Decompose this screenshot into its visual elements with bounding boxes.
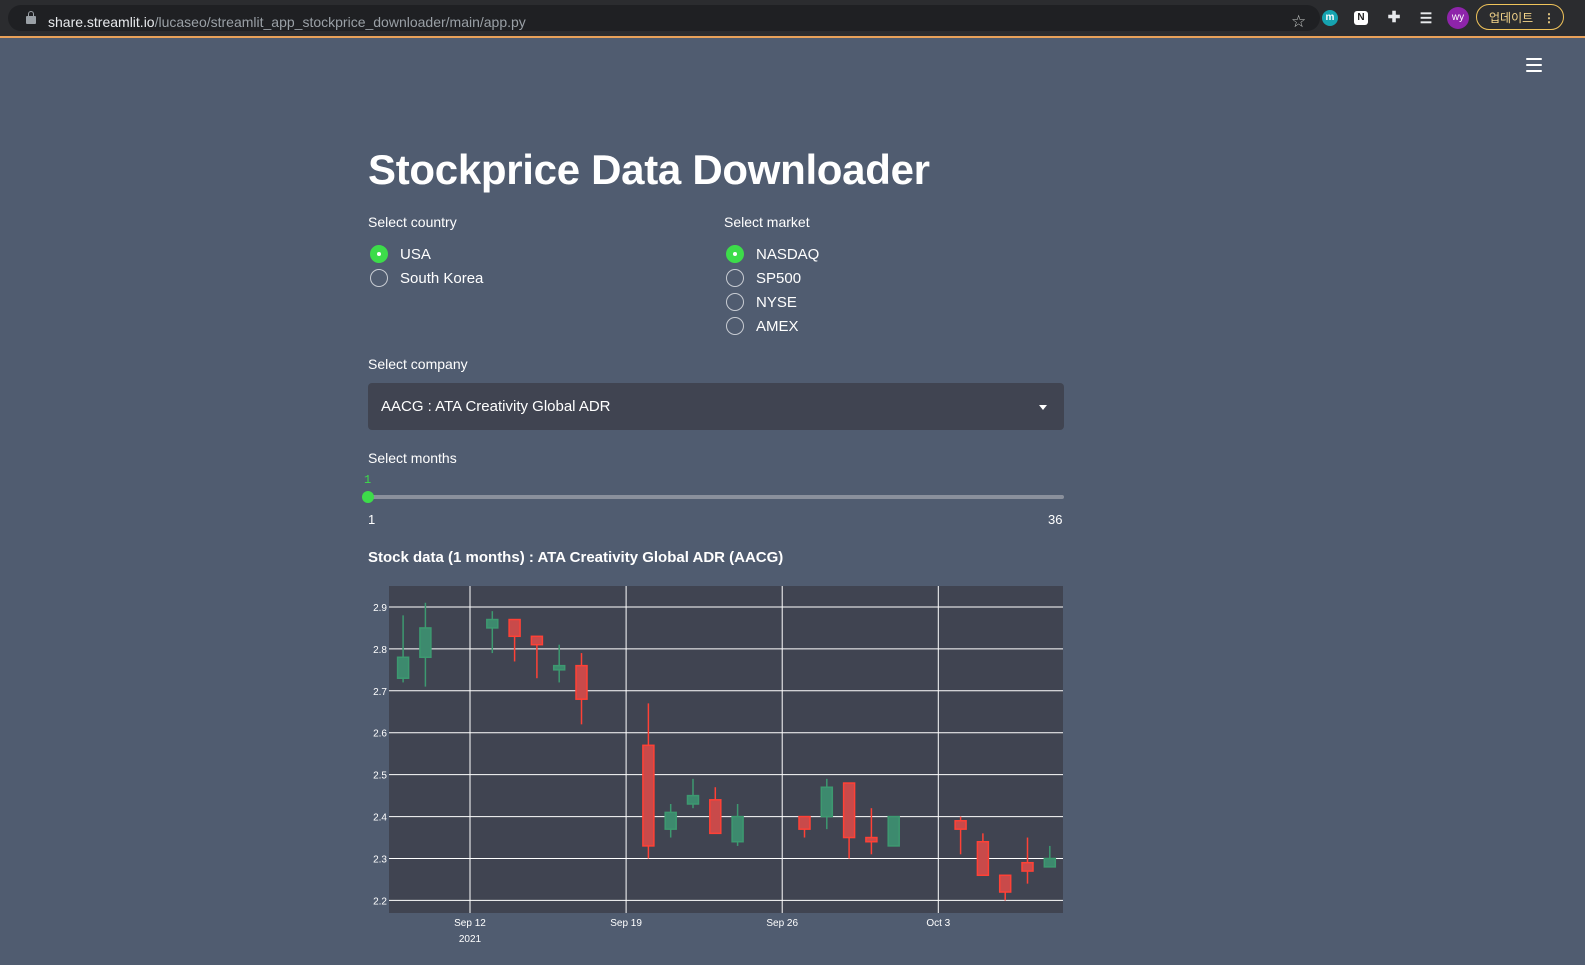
reading-list-icon[interactable]: ☰	[1418, 10, 1434, 26]
radio-market-sp500[interactable]: SP500	[726, 268, 801, 288]
y-tick-label: 2.7	[373, 687, 387, 698]
candle-body	[486, 618, 499, 629]
x-tick-sublabel: 2021	[459, 934, 482, 945]
update-label: 업데이트	[1489, 11, 1534, 25]
candle-body	[508, 618, 521, 638]
radio-selected-icon[interactable]	[370, 245, 388, 263]
chevron-down-icon[interactable]	[1039, 405, 1047, 410]
extensions-puzzle-icon[interactable]: ✚	[1386, 10, 1402, 26]
candle-body	[552, 664, 566, 671]
chart-title: Stock data (1 months) : ATA Creativity G…	[368, 549, 784, 566]
radio-country-usa[interactable]: USA	[370, 244, 431, 264]
candle-body	[1021, 861, 1034, 872]
radio-label: AMEX	[756, 317, 799, 335]
profile-avatar[interactable]: wy	[1447, 7, 1469, 29]
candle-body	[998, 874, 1012, 893]
y-tick-label: 2.5	[373, 771, 387, 782]
radio-unselected-icon[interactable]	[726, 293, 744, 311]
hamburger-menu-icon[interactable]	[1526, 58, 1542, 72]
y-tick-label: 2.9	[373, 603, 387, 614]
radio-market-nasdaq[interactable]: NASDAQ	[726, 244, 819, 264]
company-select[interactable]: AACG : ATA Creativity Global ADR	[368, 383, 1064, 430]
candle-body	[709, 799, 722, 835]
browser-update-button[interactable]: 업데이트 ⋮	[1476, 4, 1564, 30]
candle-body	[1043, 857, 1057, 868]
candle-body	[575, 664, 588, 700]
y-tick-label: 2.3	[373, 855, 387, 866]
plot-background	[389, 586, 1063, 913]
months-slider-track[interactable]	[368, 495, 1064, 499]
candle-body	[865, 836, 878, 843]
radio-selected-icon[interactable]	[726, 245, 744, 263]
browser-toolbar: share.streamlit.io/lucaseo/streamlit_app…	[0, 0, 1585, 38]
candle-body	[954, 820, 967, 830]
x-tick-label: Sep 26	[766, 918, 798, 929]
radio-label: South Korea	[400, 269, 484, 287]
candle-body	[419, 627, 432, 659]
slider-max-label: 36	[1048, 512, 1063, 527]
x-tick-label: Sep 12	[454, 918, 486, 929]
x-tick-label: Oct 3	[926, 918, 950, 929]
company-select-value: AACG : ATA Creativity Global ADR	[381, 398, 611, 415]
notion-extension-icon[interactable]: N	[1354, 11, 1368, 25]
radio-market-amex[interactable]: AMEX	[726, 316, 799, 336]
slider-current-value: 1	[364, 473, 372, 487]
candle-body	[664, 811, 677, 830]
months-label: Select months	[368, 450, 457, 466]
radio-unselected-icon[interactable]	[370, 269, 388, 287]
radio-unselected-icon[interactable]	[726, 317, 744, 335]
url-path: /lucaseo/streamlit_app_stockprice_downlo…	[154, 14, 526, 30]
x-tick-label: Sep 19	[610, 918, 642, 929]
y-tick-label: 2.8	[373, 645, 387, 656]
url-host: share.streamlit.io	[48, 14, 155, 30]
bookmark-star-icon[interactable]: ☆	[1291, 13, 1306, 30]
candle-body	[530, 635, 544, 646]
candle-body	[820, 786, 834, 818]
lock-icon[interactable]	[26, 11, 36, 24]
radio-label: NASDAQ	[756, 245, 820, 263]
radio-label: SP500	[756, 269, 802, 287]
candle-body	[686, 794, 700, 805]
url-text[interactable]: share.streamlit.io/lucaseo/streamlit_app…	[48, 14, 526, 30]
candle-body	[976, 840, 990, 877]
radio-market-nyse[interactable]: NYSE	[726, 292, 797, 312]
market-label: Select market	[724, 214, 810, 230]
candle-body	[731, 815, 744, 843]
candlestick-chart[interactable]: 2.2 2.3 2.4 2.5 2.6 2.7 2.8 2.9 Sep 12 Sep 19 Sep …	[368, 586, 1068, 960]
y-tick-label: 2.6	[373, 729, 387, 740]
candle-body	[887, 815, 900, 847]
candle-body	[642, 744, 655, 847]
y-tick-label: 2.4	[373, 813, 387, 824]
kebab-menu-icon: ⋮	[1543, 11, 1555, 25]
candle-body	[396, 656, 410, 679]
radio-country-south-korea[interactable]: South Korea	[370, 268, 483, 288]
page-title: Stockprice Data Downloader	[368, 146, 930, 193]
chart-svg: 2.2 2.3 2.4 2.5 2.6 2.7 2.8 2.9 Sep 12 Sep 19 Sep …	[373, 586, 1063, 945]
candle-body	[798, 815, 811, 830]
slider-min-label: 1	[368, 512, 376, 527]
radio-unselected-icon[interactable]	[726, 269, 744, 287]
company-label: Select company	[368, 356, 468, 372]
months-slider-thumb[interactable]	[362, 491, 374, 503]
extension-m-icon[interactable]: m	[1322, 10, 1338, 26]
address-bar[interactable]: share.streamlit.io/lucaseo/streamlit_app…	[8, 5, 1320, 31]
candle-body	[842, 782, 856, 839]
radio-label: USA	[400, 245, 431, 263]
radio-label: NYSE	[756, 293, 797, 311]
y-tick-label: 2.2	[373, 896, 387, 907]
country-label: Select country	[368, 214, 457, 230]
